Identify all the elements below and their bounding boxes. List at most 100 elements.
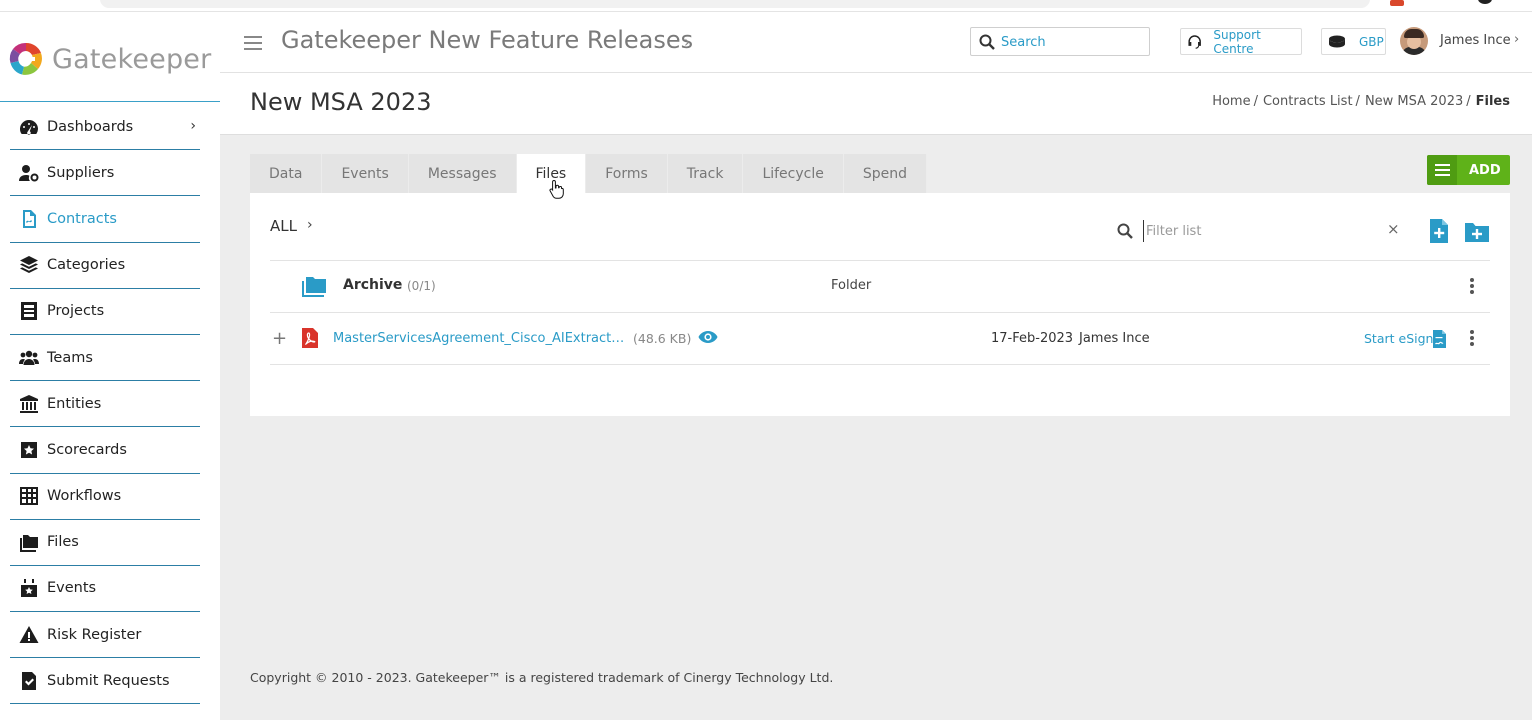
tab-messages[interactable]: Messages <box>408 154 517 193</box>
sidebar-item-label: Events <box>47 580 97 597</box>
user-gear-icon <box>18 162 40 184</box>
list-item[interactable]: Archive (0/1) Folder <box>270 261 1490 313</box>
sidebar-item-label: Dashboards <box>47 118 134 135</box>
app-title[interactable]: Gatekeeper New Feature Releases <box>281 26 693 54</box>
sidebar-item-label: Entities <box>47 395 102 412</box>
search-input[interactable] <box>1001 32 1141 52</box>
institution-icon <box>18 393 40 415</box>
chevron-right-icon[interactable]: › <box>684 32 690 51</box>
start-esign-link[interactable]: Start eSign <box>1364 331 1433 346</box>
breadcrumb-home[interactable]: Home <box>1212 94 1250 109</box>
list-item[interactable]: + MasterServicesAgreement_Cisco_AIExtrac… <box>270 313 1490 365</box>
sidebar-nav: Dashboards › Suppliers Contracts Categor… <box>10 104 200 705</box>
sidebar-item-submit-requests[interactable]: Submit Requests <box>10 658 200 705</box>
more-options-icon[interactable] <box>1468 278 1476 296</box>
sidebar-item-risk-register[interactable]: Risk Register <box>10 612 200 659</box>
menu-toggle-icon[interactable] <box>244 36 262 50</box>
app-logo[interactable]: Gatekeeper <box>8 39 211 79</box>
sidebar-item-dashboards[interactable]: Dashboards › <box>10 104 200 151</box>
users-icon <box>18 347 40 369</box>
breadcrumb-separator: / <box>1253 94 1258 109</box>
grid-icon <box>18 485 40 507</box>
extension-badge-icon[interactable] <box>1390 0 1404 6</box>
item-type: Folder <box>831 278 872 293</box>
expand-icon[interactable]: + <box>272 328 287 349</box>
tab-events[interactable]: Events <box>322 154 409 193</box>
avatar[interactable] <box>1400 27 1428 55</box>
sidebar-item-label: Files <box>47 534 79 551</box>
browser-url-bar[interactable] <box>100 0 1370 8</box>
headset-icon <box>1188 34 1201 49</box>
sidebar-item-files[interactable]: Files <box>10 520 200 566</box>
breadcrumb-contract[interactable]: New MSA 2023 <box>1365 94 1463 109</box>
sidebar-item-label: Projects <box>47 303 105 320</box>
new-folder-icon[interactable] <box>1464 221 1490 243</box>
folders-icon <box>18 531 40 553</box>
menu-icon <box>1427 155 1457 185</box>
tab-bar: Data Events Messages Files Forms Track L… <box>250 154 928 193</box>
search-icon <box>1117 223 1133 239</box>
sidebar-item-teams[interactable]: Teams <box>10 335 200 382</box>
chevron-right-icon: › <box>190 118 196 134</box>
clear-filter-icon[interactable]: × <box>1387 220 1400 238</box>
contract-icon <box>18 208 40 230</box>
calendar-icon <box>18 577 40 599</box>
currency-label: GBP <box>1359 34 1384 49</box>
star-card-icon <box>18 439 40 461</box>
sidebar-item-label: Submit Requests <box>47 672 170 689</box>
sidebar-divider <box>0 101 220 102</box>
folder-path-root[interactable]: ALL <box>270 217 297 235</box>
sidebar-item-events[interactable]: Events <box>10 566 200 613</box>
folder-name[interactable]: Archive <box>343 277 402 293</box>
tab-lifecycle[interactable]: Lifecycle <box>743 154 844 193</box>
warning-icon <box>18 624 40 646</box>
tab-data[interactable]: Data <box>250 154 323 193</box>
pdf-icon <box>302 328 318 348</box>
eye-icon[interactable] <box>698 330 718 344</box>
chevron-right-icon: › <box>307 217 313 233</box>
gatekeeper-logo-icon <box>9 42 42 75</box>
file-date: 17-Feb-2023 <box>991 331 1074 346</box>
esign-document-icon[interactable] <box>1432 329 1447 349</box>
folder-count: (0/1) <box>407 279 436 293</box>
breadcrumb-separator: / <box>1466 94 1471 109</box>
top-bar: Gatekeeper New Feature Releases › Suppor… <box>220 12 1532 73</box>
add-button[interactable]: ADD <box>1427 155 1510 185</box>
breadcrumb: Home / Contracts List / New MSA 2023 / F… <box>1207 94 1510 109</box>
sidebar-item-contracts[interactable]: Contracts <box>10 196 200 243</box>
more-options-icon[interactable] <box>1468 330 1476 348</box>
layers-icon <box>18 254 40 276</box>
sidebar-item-projects[interactable]: Projects <box>10 289 200 335</box>
sidebar-item-scorecards[interactable]: Scorecards <box>10 427 200 474</box>
tab-spend[interactable]: Spend <box>843 154 928 193</box>
sidebar-item-label: Workflows <box>47 488 122 505</box>
footer-copyright: Copyright © 2010 - 2023. Gatekeeper™ is … <box>250 670 834 685</box>
sidebar: Gatekeeper Dashboards › Suppliers Contra… <box>0 12 220 720</box>
tab-forms[interactable]: Forms <box>586 154 668 193</box>
tab-track[interactable]: Track <box>667 154 744 193</box>
sidebar-item-label: Suppliers <box>47 164 115 181</box>
gauge-icon <box>18 116 40 138</box>
chevron-right-icon[interactable]: › <box>1514 32 1519 47</box>
support-centre-label: Support Centre <box>1213 27 1261 56</box>
support-centre-button[interactable]: Support Centre <box>1180 27 1302 56</box>
global-search[interactable] <box>970 27 1150 56</box>
coins-icon <box>1329 35 1345 47</box>
new-file-icon[interactable] <box>1429 218 1449 244</box>
sidebar-item-workflows[interactable]: Workflows <box>10 474 200 520</box>
sidebar-item-categories[interactable]: Categories <box>10 243 200 289</box>
file-check-icon <box>18 670 40 692</box>
filter-list-input[interactable] <box>1143 220 1373 242</box>
page-header: New MSA 2023 Home / Contracts List / New… <box>220 73 1532 135</box>
breadcrumb-contracts-list[interactable]: Contracts List <box>1263 94 1353 109</box>
search-icon <box>979 34 995 50</box>
sidebar-item-label: Contracts <box>47 210 117 227</box>
browser-profile-icon[interactable] <box>1478 0 1492 4</box>
sidebar-item-suppliers[interactable]: Suppliers <box>10 150 200 197</box>
file-name-link[interactable]: MasterServicesAgreement_Cisco_AIExtractT… <box>333 331 625 346</box>
user-name[interactable]: James Ince <box>1440 33 1511 48</box>
folder-icon <box>302 277 326 297</box>
sidebar-item-entities[interactable]: Entities <box>10 381 200 428</box>
currency-button[interactable]: GBP <box>1321 28 1386 55</box>
page-title: New MSA 2023 <box>250 88 432 116</box>
